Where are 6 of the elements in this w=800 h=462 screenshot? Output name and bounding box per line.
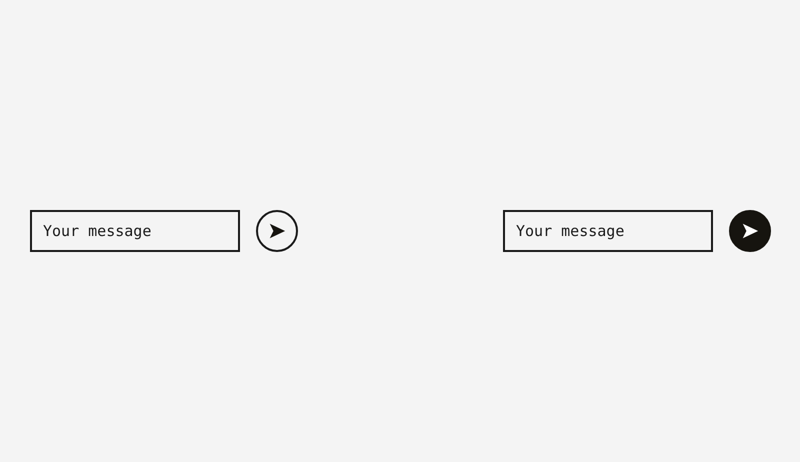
message-field[interactable]: Your message <box>503 210 713 252</box>
send-button[interactable] <box>729 210 771 252</box>
send-button[interactable] <box>256 210 298 252</box>
message-field[interactable]: Your message <box>30 210 240 252</box>
send-icon <box>741 222 759 240</box>
send-icon <box>268 222 286 240</box>
